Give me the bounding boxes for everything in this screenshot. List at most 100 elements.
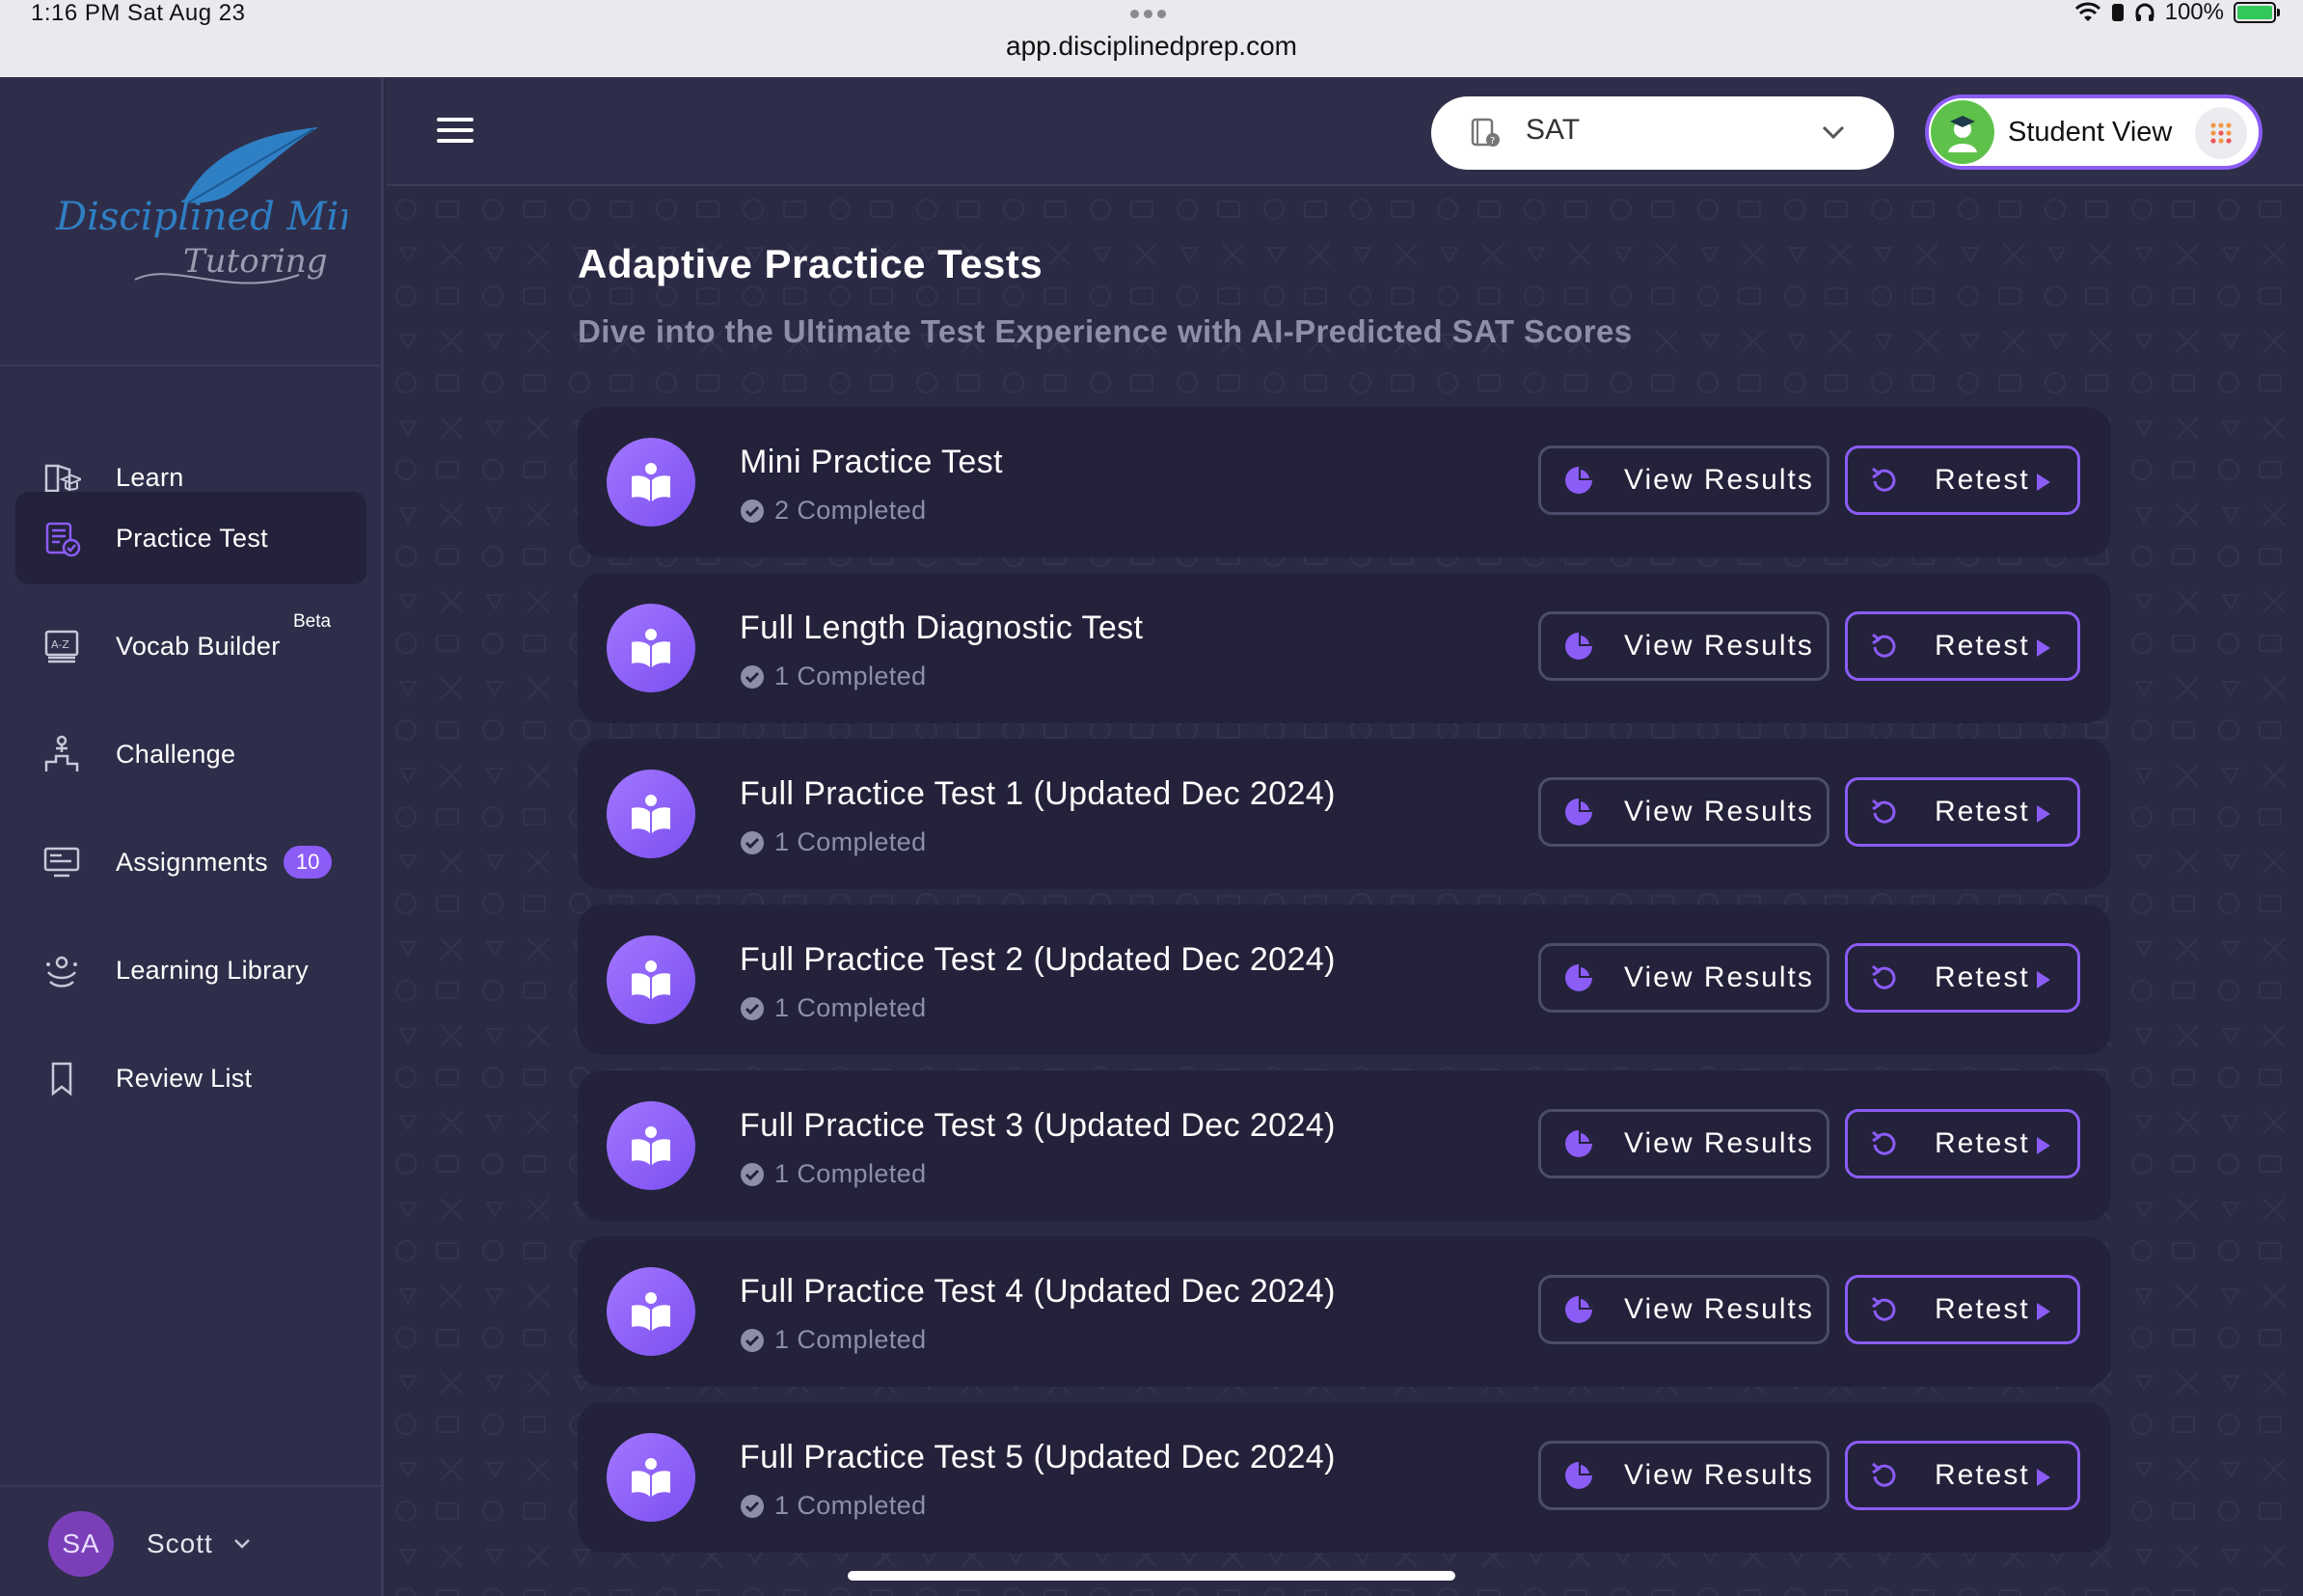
play-icon xyxy=(2037,805,2050,823)
completed-count: 1 Completed xyxy=(774,1159,927,1188)
completed-count: 1 Completed xyxy=(774,1325,927,1354)
view-results-button[interactable]: View Results xyxy=(1538,1275,1829,1344)
view-results-button[interactable]: View Results xyxy=(1538,446,1829,515)
student-view-toggle[interactable]: Student View xyxy=(1925,95,2262,170)
battery-icon xyxy=(2234,2,2280,23)
test-status: 1 Completed xyxy=(740,1159,927,1189)
beta-badge: Beta xyxy=(293,611,332,632)
sidebar-item-challenge[interactable]: Challenge xyxy=(15,708,366,800)
chevron-down-icon xyxy=(233,1539,250,1549)
multitask-dots-icon[interactable] xyxy=(1130,6,1173,18)
view-results-button[interactable]: View Results xyxy=(1538,943,1829,1013)
student-view-label: Student View xyxy=(2008,116,2173,148)
system-icons: 100% xyxy=(2074,0,2280,25)
logo-text-line1: Disciplined Minds xyxy=(55,195,347,239)
view-results-button[interactable]: View Results xyxy=(1538,1109,1829,1178)
view-results-button[interactable]: View Results xyxy=(1538,611,1829,681)
user-menu[interactable]: SA Scott xyxy=(48,1510,252,1578)
test-status: 1 Completed xyxy=(740,1325,927,1355)
home-indicator[interactable] xyxy=(848,1571,1455,1581)
completed-count: 2 Completed xyxy=(774,496,927,525)
completed-count: 1 Completed xyxy=(774,1491,927,1520)
student-avatar-icon xyxy=(1931,100,1994,164)
sidebar-item-label: Learn xyxy=(116,462,184,492)
test-status: 1 Completed xyxy=(740,1491,927,1521)
refresh-icon xyxy=(1872,798,1896,824)
test-status: 1 Completed xyxy=(740,662,927,691)
retest-button[interactable]: Retest xyxy=(1845,943,2080,1013)
test-card: Full Practice Test 5 (Updated Dec 2024) … xyxy=(578,1402,2111,1553)
retest-button[interactable]: Retest xyxy=(1845,1109,2080,1178)
test-card: Full Practice Test 1 (Updated Dec 2024) … xyxy=(578,739,2111,889)
view-results-button[interactable]: View Results xyxy=(1538,777,1829,847)
retest-button[interactable]: Retest xyxy=(1845,1275,2080,1344)
address-bar-url[interactable]: app.disciplinedprep.com xyxy=(0,31,2303,62)
hamburger-menu-icon[interactable] xyxy=(437,118,475,147)
test-card: Full Practice Test 3 (Updated Dec 2024) … xyxy=(578,1070,2111,1221)
sidebar-item-label: Assignments xyxy=(116,847,268,877)
checklist-icon xyxy=(41,517,83,559)
open-book-icon xyxy=(607,1267,695,1356)
refresh-icon xyxy=(1872,1296,1896,1321)
page-title: Adaptive Practice Tests xyxy=(578,241,1043,286)
view-results-button[interactable]: View Results xyxy=(1538,1441,1829,1510)
sidebar-item-label: Practice Test xyxy=(116,523,268,553)
sidebar: Disciplined Minds Tutoring Learn Practic… xyxy=(0,77,384,1596)
play-icon xyxy=(2037,639,2050,657)
retest-label: Retest xyxy=(1935,961,2030,993)
bookmark-icon xyxy=(41,1057,83,1099)
user-name: Scott xyxy=(147,1528,213,1558)
play-icon xyxy=(2037,473,2050,491)
main-content: Adaptive Practice Tests Dive into the Ul… xyxy=(387,188,2303,1596)
retest-label: Retest xyxy=(1935,630,2030,662)
apps-grid-icon[interactable] xyxy=(2195,107,2247,159)
view-results-label: View Results xyxy=(1624,1127,1814,1159)
library-icon xyxy=(41,949,83,991)
test-status: 1 Completed xyxy=(740,993,927,1023)
test-name: Mini Practice Test xyxy=(740,444,1003,480)
view-results-label: View Results xyxy=(1624,630,1814,662)
test-name: Full Practice Test 4 (Updated Dec 2024) xyxy=(740,1273,1336,1310)
retest-button[interactable]: Retest xyxy=(1845,611,2080,681)
test-name: Full Length Diagnostic Test xyxy=(740,609,1144,646)
sidebar-item-learning-library[interactable]: Learning Library xyxy=(15,924,366,1016)
pie-chart-icon xyxy=(1565,1296,1592,1323)
exam-book-icon: ? xyxy=(1471,118,1500,147)
wifi-icon xyxy=(2074,2,2100,21)
check-circle-icon xyxy=(741,1494,764,1518)
logo-text-line2: Tutoring xyxy=(183,242,328,281)
test-card: Full Practice Test 4 (Updated Dec 2024) … xyxy=(578,1236,2111,1387)
check-circle-icon xyxy=(741,996,764,1020)
view-results-label: View Results xyxy=(1624,796,1814,827)
check-circle-icon xyxy=(741,830,764,854)
open-book-icon xyxy=(607,604,695,692)
exam-select[interactable]: ? SAT xyxy=(1431,96,1894,170)
sidebar-item-review-list[interactable]: Review List xyxy=(15,1032,366,1124)
headphones-icon xyxy=(2135,3,2154,21)
open-book-icon xyxy=(607,770,695,858)
open-book-icon xyxy=(607,438,695,527)
check-circle-icon xyxy=(741,664,764,689)
sidebar-item-vocab-builder[interactable]: A-Z Vocab Builder Beta xyxy=(15,600,366,692)
retest-button[interactable]: Retest xyxy=(1845,777,2080,847)
sidebar-item-practice-test[interactable]: Practice Test xyxy=(15,492,366,584)
retest-button[interactable]: Retest xyxy=(1845,446,2080,515)
retest-button[interactable]: Retest xyxy=(1845,1441,2080,1510)
check-circle-icon xyxy=(741,499,764,523)
pie-chart-icon xyxy=(1565,964,1592,991)
pie-chart-icon xyxy=(1565,1462,1592,1489)
retest-label: Retest xyxy=(1935,1459,2030,1491)
view-results-label: View Results xyxy=(1624,961,1814,993)
open-book-icon xyxy=(607,1433,695,1522)
logo[interactable]: Disciplined Minds Tutoring xyxy=(39,116,347,299)
view-results-label: View Results xyxy=(1624,1293,1814,1325)
retest-label: Retest xyxy=(1935,1293,2030,1325)
open-book-icon xyxy=(607,1101,695,1190)
sidebar-item-label: Review List xyxy=(116,1063,253,1093)
test-name: Full Practice Test 2 (Updated Dec 2024) xyxy=(740,941,1336,978)
sidebar-item-assignments[interactable]: Assignments 10 xyxy=(15,816,366,908)
test-name: Full Practice Test 1 (Updated Dec 2024) xyxy=(740,775,1336,812)
test-card: Mini Practice Test 2 Completed View Resu… xyxy=(578,407,2111,557)
open-book-icon xyxy=(607,935,695,1024)
test-card: Full Length Diagnostic Test 1 Completed … xyxy=(578,573,2111,723)
